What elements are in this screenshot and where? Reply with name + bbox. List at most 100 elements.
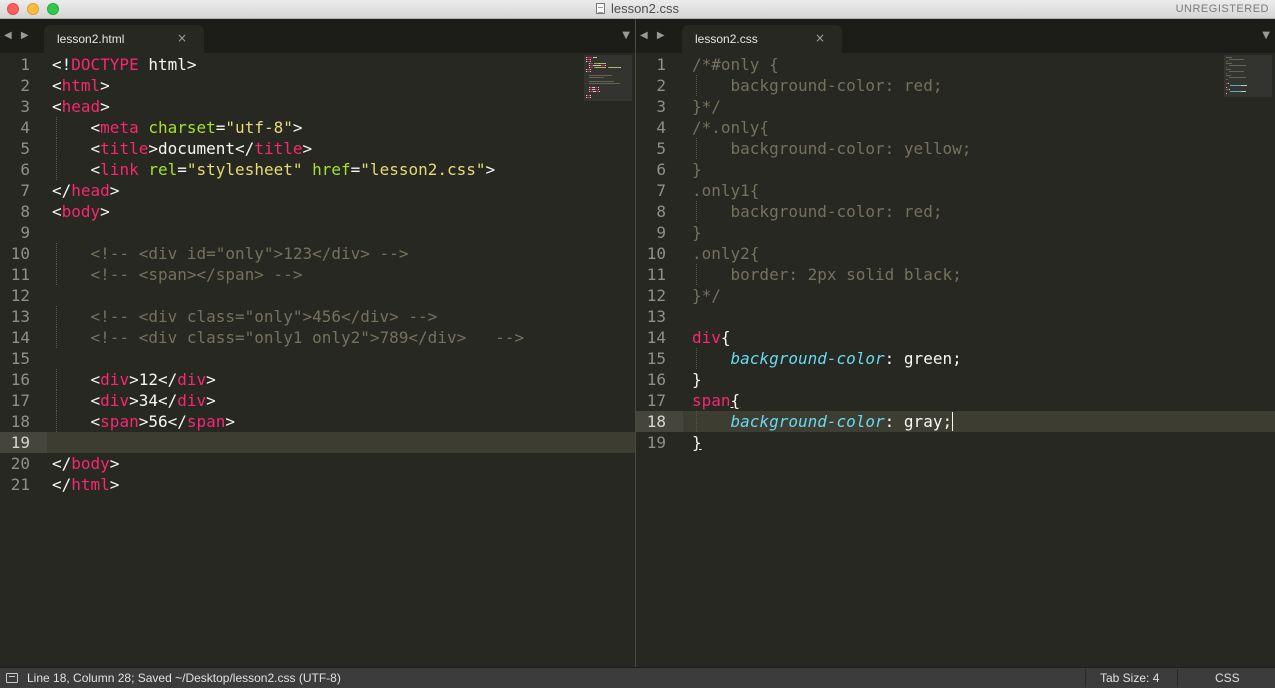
code-line[interactable]: 19: [0, 432, 635, 453]
code-line[interactable]: 8 background-color: red;: [636, 201, 1275, 222]
code-line[interactable]: 5 <title>document</title>: [0, 138, 635, 159]
code-line[interactable]: 2 <html>: [0, 75, 635, 96]
code-token: .only2{: [692, 244, 760, 263]
code-line[interactable]: 4 <meta charset="utf-8">: [0, 117, 635, 138]
code-line[interactable]: 18 background-color: gray;: [636, 411, 1275, 432]
code-line[interactable]: 4 /*.only{: [636, 117, 1275, 138]
code-line[interactable]: 20 </body>: [0, 453, 635, 474]
code-token: >: [206, 391, 216, 410]
code-token: body: [71, 454, 110, 473]
code-area[interactable]: 1 <!DOCTYPE html> 2 <html> 3 <head> 4 <meta ch…: [0, 54, 635, 667]
tab-lesson2-html[interactable]: lesson2.html ×: [44, 25, 204, 53]
minimap-stroke: [1228, 77, 1246, 78]
line-number: 16: [10, 370, 30, 389]
code-token: =: [215, 118, 226, 137]
minimap-stroke: [1228, 89, 1230, 90]
tab-nav-arrows-icon[interactable]: ◀ ▶: [4, 30, 32, 42]
code-token: background-color: [730, 349, 885, 368]
code-line[interactable]: 16}: [636, 369, 1275, 390]
code-line[interactable]: 3 <head>: [0, 96, 635, 117]
minimap-stroke: [605, 63, 607, 64]
minimap-viewport[interactable]: [584, 55, 632, 101]
code-line[interactable]: 13 <!-- <div class="only">456</div> -->: [0, 306, 635, 327]
tab-close-icon[interactable]: ×: [815, 31, 825, 45]
minimap-stroke: [1228, 71, 1245, 72]
minimap[interactable]: [1224, 55, 1272, 115]
tab-nav-arrows-icon[interactable]: ◀ ▶: [640, 30, 668, 42]
minimap-stroke: [588, 81, 614, 82]
code-token: </: [52, 454, 72, 473]
minimap-stroke: [604, 65, 606, 66]
tab-close-icon[interactable]: ×: [177, 31, 187, 45]
code-line[interactable]: 6}: [636, 159, 1275, 180]
code-text: }*/: [692, 285, 721, 306]
code-line[interactable]: 12}*/: [636, 285, 1275, 306]
tab-label: lesson2.css: [695, 32, 758, 46]
code-token: <: [52, 370, 101, 389]
code-line[interactable]: 8 <body>: [0, 201, 635, 222]
minimap-stroke: [1228, 83, 1230, 84]
code-token: >: [292, 118, 303, 137]
code-token: :: [884, 349, 904, 368]
code-token: <: [52, 160, 101, 179]
minimap-stroke: [1226, 79, 1229, 80]
code-token: meta: [100, 118, 139, 137]
code-token: ;: [942, 412, 953, 431]
code-line[interactable]: 17 span{: [636, 390, 1275, 411]
code-line[interactable]: 21 </html>: [0, 474, 635, 495]
line-number: 17: [10, 391, 30, 410]
minimap-stroke: [1244, 91, 1246, 92]
code-line[interactable]: 14 <!-- <div class="only1 only2">789</di…: [0, 327, 635, 348]
status-message: Line 18, Column 28; Saved ~/Desktop/less…: [27, 671, 341, 685]
tab-list-dropdown-icon[interactable]: ▼: [1262, 30, 1270, 42]
tab-bar: ◀ ▶ lesson2.html × ▼: [0, 19, 635, 53]
code-line[interactable]: 3}*/: [636, 96, 1275, 117]
code-line[interactable]: 9}: [636, 222, 1275, 243]
code-line[interactable]: 18 <span>56</span>: [0, 411, 635, 432]
code-token: }*/: [692, 286, 721, 305]
code-line[interactable]: 10 .only2{: [636, 243, 1275, 264]
code-line[interactable]: 9: [0, 222, 635, 243]
code-line[interactable]: 6 <link rel="stylesheet" href="lesson2.c…: [0, 159, 635, 180]
code-token: div: [100, 391, 130, 410]
code-token: /*.only{: [692, 118, 770, 137]
code-line[interactable]: 1 /*#only {: [636, 54, 1275, 75]
code-text: <span>56</span>: [52, 411, 236, 432]
code-line[interactable]: 11 <!-- <span></span> -->: [0, 264, 635, 285]
tab-list-dropdown-icon[interactable]: ▼: [622, 30, 630, 42]
tab-lesson2-css[interactable]: lesson2.css ×: [682, 25, 842, 53]
code-line[interactable]: 7 </head>: [0, 180, 635, 201]
code-token: .only1{: [692, 181, 760, 200]
code-line[interactable]: 19}: [636, 432, 1275, 453]
code-token: href: [312, 160, 351, 179]
tab-size-selector[interactable]: Tab Size: 4: [1100, 671, 1159, 685]
status-bar: Line 18, Column 28; Saved ~/Desktop/less…: [0, 667, 1275, 688]
code-line[interactable]: 7 .only1{: [636, 180, 1275, 201]
code-line[interactable]: 1 <!DOCTYPE html>: [0, 54, 635, 75]
code-token: body: [61, 202, 101, 221]
panel-toggle-icon[interactable]: [6, 673, 18, 683]
code-line[interactable]: 17 <div>34</div>: [0, 390, 635, 411]
code-line[interactable]: 15: [0, 348, 635, 369]
code-line[interactable]: 10 <!-- <div id="only">123</div> -->: [0, 243, 635, 264]
code-token: link: [100, 160, 139, 179]
code-line[interactable]: 5 background-color: yellow;: [636, 138, 1275, 159]
code-line[interactable]: 2 background-color: red;: [636, 75, 1275, 96]
code-line[interactable]: 16 <div>12</div>: [0, 369, 635, 390]
minimap-stroke: [597, 67, 606, 68]
syntax-selector[interactable]: CSS: [1215, 671, 1240, 685]
code-token: head: [61, 97, 101, 116]
code-line[interactable]: 11 border: 2px solid black;: [636, 264, 1275, 285]
code-token: <: [52, 118, 101, 137]
line-number: 1: [656, 55, 666, 74]
code-line[interactable]: 12: [0, 285, 635, 306]
code-area[interactable]: 1/*#only {2 background-color: red; 3}*/4/…: [636, 54, 1275, 667]
minimap-stroke: [587, 57, 593, 58]
code-line[interactable]: 14 div{: [636, 327, 1275, 348]
code-text: <div>12</div>: [52, 369, 216, 390]
code-line[interactable]: 15 background-color: green;: [636, 348, 1275, 369]
code-line[interactable]: 13: [636, 306, 1275, 327]
minimap[interactable]: [584, 55, 632, 115]
